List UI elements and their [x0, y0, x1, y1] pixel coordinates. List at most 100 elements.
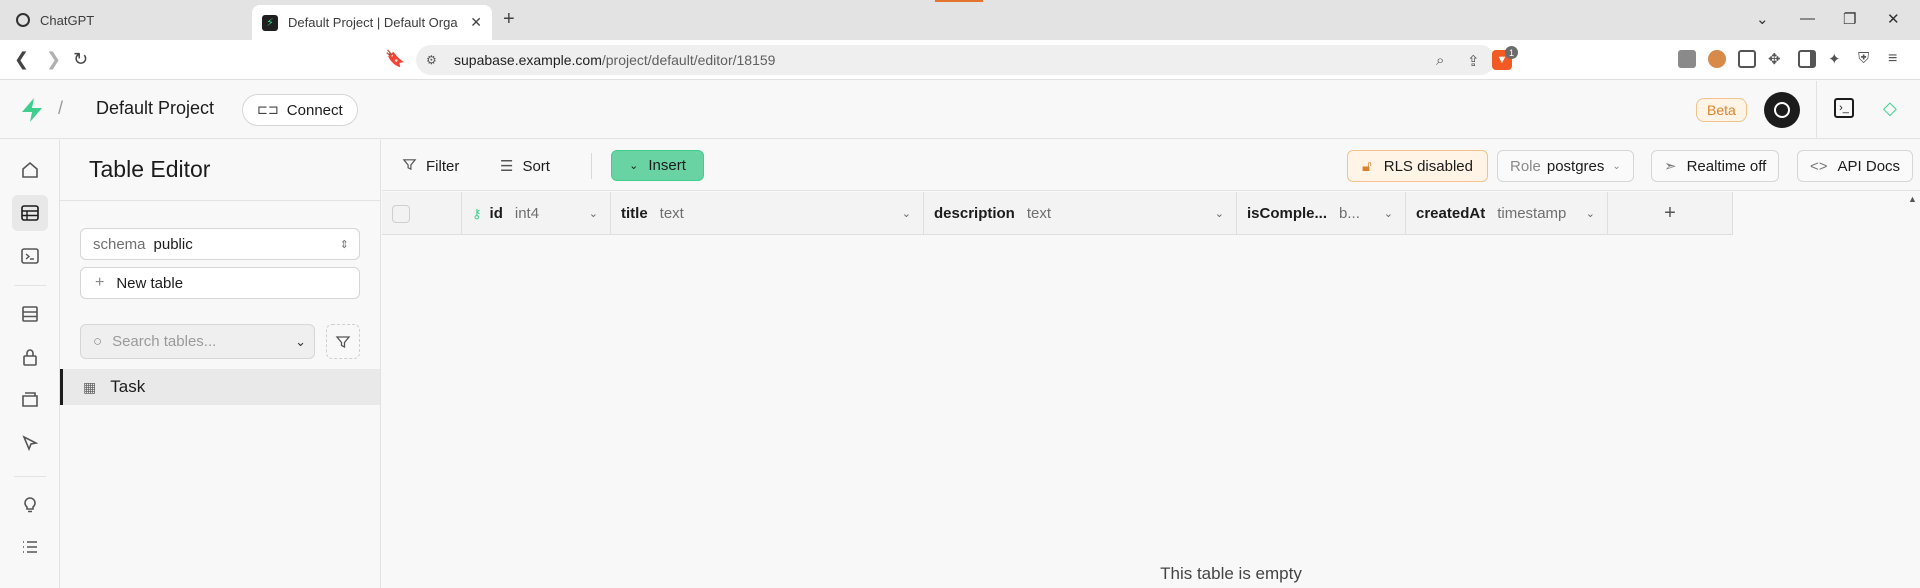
table-name: Task	[110, 377, 146, 396]
column-header-createdat[interactable]: createdAt timestamp ⌄	[1406, 192, 1608, 235]
share-icon[interactable]: ⇪	[1467, 52, 1480, 70]
column-header-title[interactable]: title text ⌄	[611, 192, 924, 235]
zoom-icon[interactable]: ⌕	[1436, 52, 1444, 69]
column-header-iscompleted[interactable]: isComple... b... ⌄	[1237, 192, 1406, 235]
new-tab-icon[interactable]: +	[503, 8, 515, 31]
menu-icon[interactable]: ≡	[1888, 50, 1906, 68]
search-icon: ○	[93, 333, 103, 350]
table-editor-panel: Table Editor schema public ⇕ + New table…	[60, 140, 381, 588]
auth-lock-icon[interactable]	[12, 339, 48, 375]
extension-icon[interactable]	[1678, 50, 1696, 68]
extensions-puzzle-icon[interactable]: ✥	[1768, 50, 1786, 68]
chevron-down-icon: ⌄	[1612, 160, 1621, 172]
schema-selector[interactable]: schema public ⇕	[80, 228, 360, 260]
avatar[interactable]	[1764, 92, 1800, 128]
table-editor-icon[interactable]	[12, 195, 48, 231]
chatgpt-favicon-icon	[16, 13, 30, 27]
connect-button[interactable]: ⊏⊐ Connect	[242, 94, 358, 126]
minimize-icon[interactable]: —	[1800, 10, 1815, 27]
realtime-button[interactable]: ➣ Realtime off	[1651, 150, 1780, 182]
home-icon[interactable]	[12, 152, 48, 188]
advisors-lightbulb-icon[interactable]	[12, 486, 48, 522]
nav-sidebar	[0, 140, 60, 588]
rls-disabled-button[interactable]: 🔓︎ RLS disabled	[1347, 150, 1488, 182]
grid-header-row: ⚷ id int4 ⌄ title text ⌄ description tex…	[382, 192, 1733, 235]
table-list-item[interactable]: ▦ Task	[60, 369, 380, 405]
header-divider	[1816, 81, 1817, 139]
vpn-icon[interactable]: ⛨	[1858, 50, 1876, 68]
role-value: postgres	[1546, 157, 1605, 175]
nav-divider	[14, 476, 46, 477]
reload-icon[interactable]: ↻	[73, 49, 88, 70]
toolbar-divider	[591, 153, 592, 179]
column-header-description[interactable]: description text ⌄	[924, 192, 1237, 235]
select-all-checkbox[interactable]	[392, 204, 410, 223]
beta-badge[interactable]: Beta	[1696, 98, 1747, 122]
url-text[interactable]: supabase.example.com/project/default/edi…	[454, 52, 775, 68]
column-type: timestamp	[1497, 205, 1567, 222]
data-grid: ⚷ id int4 ⌄ title text ⌄ description tex…	[382, 192, 1920, 588]
storage-icon[interactable]	[12, 382, 48, 418]
column-menu-chevron-icon[interactable]: ⌄	[589, 207, 598, 220]
filter-tables-button[interactable]	[326, 324, 360, 359]
column-header-id[interactable]: ⚷ id int4 ⌄	[462, 192, 611, 235]
api-docs-button[interactable]: <> API Docs	[1797, 150, 1914, 182]
tab-search-chevron-icon[interactable]: ⌄	[1756, 10, 1769, 28]
role-selector[interactable]: Role postgres ⌄	[1497, 150, 1634, 182]
sidebar-toggle-icon[interactable]	[1798, 50, 1816, 68]
scrollbar-up-arrow-icon[interactable]: ▲	[1908, 194, 1917, 204]
panel-divider	[60, 200, 380, 201]
leo-ai-icon[interactable]: ✦	[1828, 50, 1846, 68]
sql-terminal-icon[interactable]: ›_	[1834, 98, 1854, 118]
column-menu-chevron-icon[interactable]: ⌄	[1384, 207, 1393, 220]
plus-icon: +	[95, 274, 105, 291]
logs-list-icon[interactable]	[12, 529, 48, 565]
forward-icon[interactable]: ❯	[46, 49, 61, 70]
column-menu-chevron-icon[interactable]: ⌄	[1586, 207, 1595, 220]
filter-icon	[335, 335, 351, 348]
edge-functions-icon[interactable]	[12, 425, 48, 461]
browser-tab-chatgpt[interactable]: ChatGPT	[8, 5, 248, 35]
project-name[interactable]: Default Project	[96, 98, 214, 119]
restore-icon[interactable]: ❐	[1843, 10, 1856, 28]
column-type: text	[659, 205, 684, 222]
insert-button[interactable]: ⌄ Insert	[611, 150, 704, 181]
table-icon: ▦	[83, 378, 97, 395]
address-bar[interactable]: ⚙ supabase.example.com/project/default/e…	[416, 45, 1518, 75]
shields-count-badge: 1	[1505, 46, 1518, 59]
chevrons-down-icon[interactable]: ⌄	[295, 334, 306, 350]
sort-button[interactable]: ☰ Sort	[500, 150, 550, 182]
extension-icon[interactable]	[1708, 50, 1726, 68]
breadcrumb-separator: /	[58, 98, 64, 118]
primary-key-icon: ⚷	[472, 205, 482, 221]
search-tables-input[interactable]: ○ Search tables... ⌄	[80, 324, 315, 359]
cursor-arrow-icon: ➣	[1664, 158, 1677, 175]
tab-title: ChatGPT	[40, 12, 95, 28]
code-icon: <>	[1810, 157, 1828, 175]
back-icon[interactable]: ❮	[14, 49, 29, 70]
schema-label: schema	[93, 235, 146, 253]
select-all-cell	[382, 192, 462, 235]
assistant-icon[interactable]: ◇	[1883, 98, 1897, 119]
column-menu-chevron-icon[interactable]: ⌄	[1215, 207, 1224, 220]
site-info-icon[interactable]: ⚙	[426, 53, 446, 67]
add-column-button[interactable]: +	[1608, 192, 1733, 235]
browser-tab-supabase[interactable]: ⚡ Default Project | Default Organization…	[252, 5, 492, 40]
supabase-logo-icon[interactable]	[20, 97, 44, 123]
close-window-icon[interactable]: ✕	[1887, 10, 1900, 28]
column-type: int4	[514, 205, 540, 222]
new-table-label: New table	[116, 274, 184, 292]
filter-button[interactable]: Filter	[402, 150, 459, 182]
tab-title: Default Project | Default Organization	[288, 15, 458, 30]
filter-icon	[402, 157, 417, 176]
column-menu-chevron-icon[interactable]: ⌄	[902, 207, 911, 220]
picture-in-picture-icon[interactable]	[1738, 50, 1756, 68]
new-table-button[interactable]: + New table	[80, 267, 360, 299]
close-tab-icon[interactable]: ✕	[470, 14, 482, 31]
panel-title: Table Editor	[89, 156, 211, 182]
schema-value: public	[153, 235, 193, 253]
browser-toolbar: ❮ ❯ ↻ 🔖 ⚙ supabase.example.com/project/d…	[0, 40, 1920, 80]
sql-editor-icon[interactable]	[12, 238, 48, 274]
database-icon[interactable]	[12, 296, 48, 332]
bookmark-icon[interactable]: 🔖	[385, 49, 405, 69]
